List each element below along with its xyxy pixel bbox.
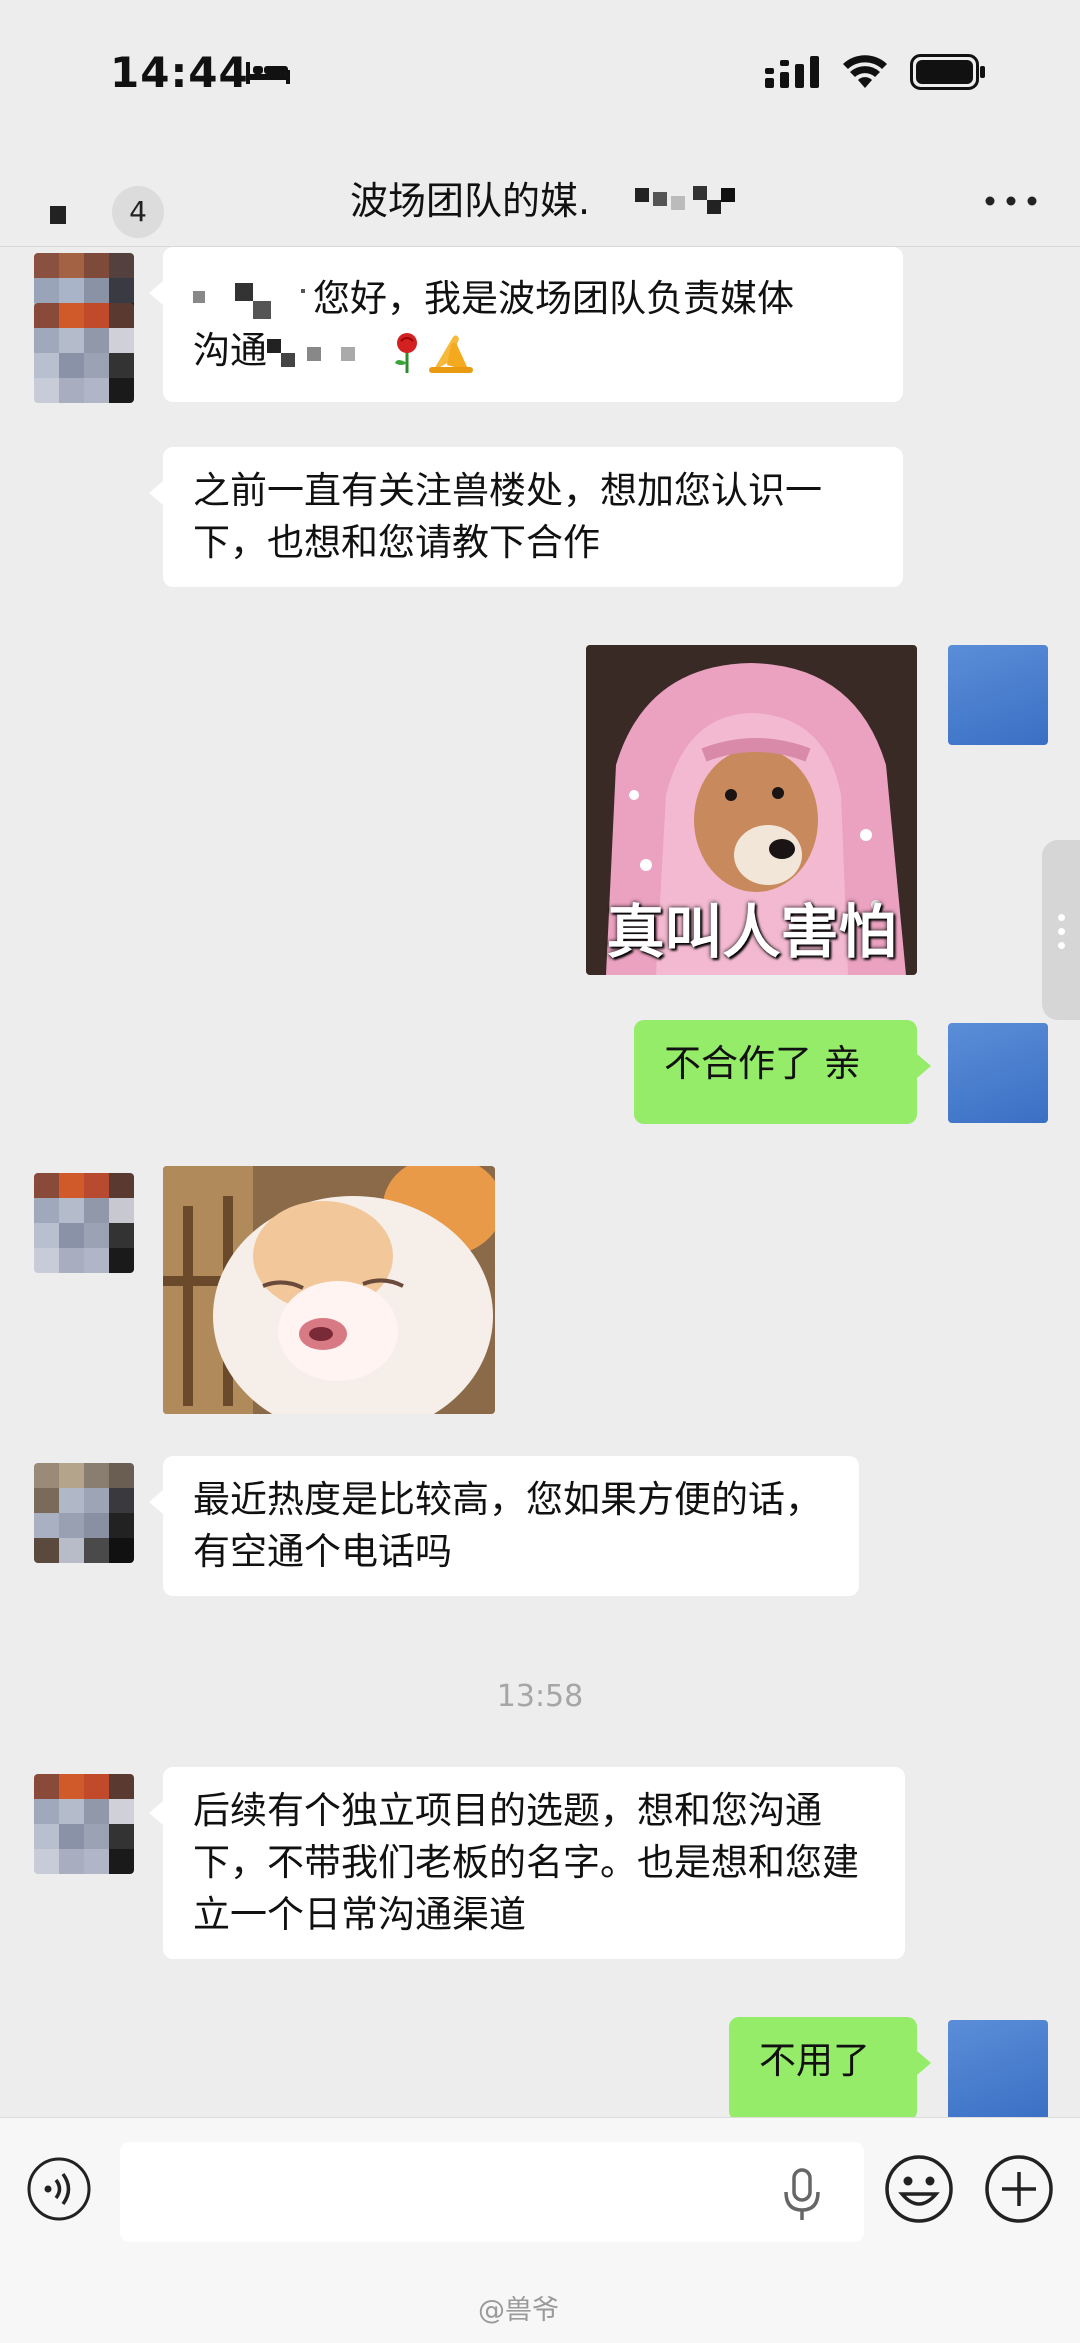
mosaic-redaction xyxy=(193,282,305,319)
wifi-icon xyxy=(843,55,887,88)
message-text: 不合作了 亲 xyxy=(664,1042,861,1085)
chat-header: 4 波场团队的媒. xyxy=(0,150,1080,247)
emoji-icon[interactable] xyxy=(884,2154,954,2224)
chat-title: 波场团队的媒. xyxy=(350,179,591,223)
message-text: 不用了 xyxy=(759,2039,870,2082)
message-text: 后续有个独立项目的选题，想和您沟通下，不带我们老板的名字。也是想和您建立一个日常… xyxy=(193,1789,859,1936)
status-time: 14:44 xyxy=(110,48,249,97)
avatar[interactable] xyxy=(948,1023,1048,1123)
avatar[interactable] xyxy=(948,645,1048,745)
avatar[interactable] xyxy=(34,1173,134,1273)
message-bubble[interactable]: 最近热度是比较高，您如果方便的话，有空通个电话吗 xyxy=(149,1456,859,1596)
message-text: 之前一直有关注兽楼处，想加您认识一下，也想和您请教下合作 xyxy=(193,469,822,564)
mosaic-redaction xyxy=(635,186,735,214)
unread-badge: 4 xyxy=(112,186,164,238)
message-text: 沟通 xyxy=(193,329,267,372)
avatar[interactable] xyxy=(34,303,134,403)
avatar[interactable] xyxy=(948,2020,1048,2117)
signal-icon xyxy=(765,56,819,88)
input-bar: @兽爷 xyxy=(0,2117,1080,2343)
message-input[interactable] xyxy=(120,2142,864,2242)
sticker-caption: 真叫人害怕 xyxy=(606,898,897,966)
message-text: 最近热度是比较高，您如果方便的话，有空通个电话吗 xyxy=(193,1478,822,1573)
bed-icon xyxy=(246,62,290,84)
message-bubble[interactable]: 不合作了 亲 xyxy=(634,1020,931,1124)
sticker-image[interactable]: 真叫人害怕 xyxy=(586,645,917,975)
message-bubble[interactable]: 之前一直有关注兽楼处，想加您认识一下，也想和您请教下合作 xyxy=(149,447,903,587)
message-bubble[interactable]: 后续有个独立项目的选题，想和您沟通下，不带我们老板的名字。也是想和您建立一个日常… xyxy=(149,1767,905,1959)
floating-handle[interactable] xyxy=(1042,840,1080,1020)
sticker-image[interactable] xyxy=(163,1166,495,1414)
status-bar: 14:44 xyxy=(0,0,1080,150)
more-button[interactable] xyxy=(975,170,1045,230)
message-bubble[interactable]: 您好，我是波场团队负责媒体 沟通 xyxy=(149,247,903,402)
voice-icon[interactable] xyxy=(26,2156,92,2222)
rose-icon xyxy=(395,332,417,373)
folded-hands-icon xyxy=(429,334,473,373)
message-bubble[interactable]: 不用了 xyxy=(729,2017,931,2117)
plus-icon[interactable] xyxy=(984,2154,1054,2224)
back-button[interactable]: 4 xyxy=(30,170,164,238)
mic-icon[interactable] xyxy=(780,2166,824,2222)
avatar[interactable] xyxy=(34,1774,134,1874)
mosaic-redaction xyxy=(267,338,355,367)
back-icon xyxy=(50,206,66,224)
message-text: 您好，我是波场团队负责媒体 xyxy=(313,277,794,320)
avatar[interactable] xyxy=(34,1463,134,1563)
message-list[interactable]: 您好，我是波场团队负责媒体 沟通 之前一直有关注兽楼处，想加您认识一下，也想和您… xyxy=(0,247,1080,2117)
battery-icon xyxy=(910,54,985,90)
watermark: @兽爷 xyxy=(478,2295,559,2326)
timestamp: 13:58 xyxy=(496,1679,584,1714)
more-icon xyxy=(985,196,1037,206)
